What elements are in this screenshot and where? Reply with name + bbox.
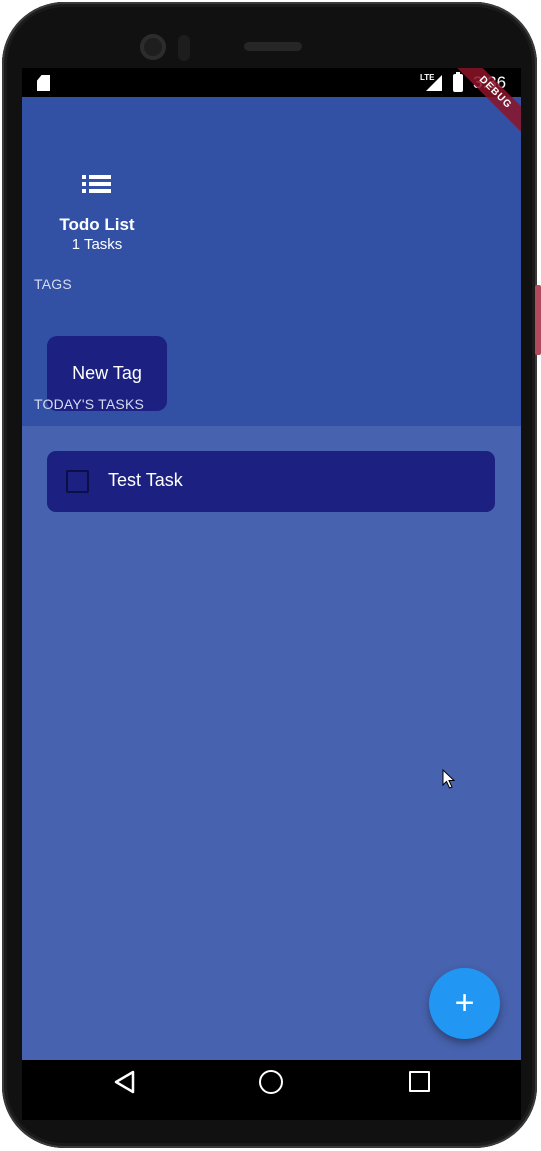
front-camera bbox=[140, 34, 166, 60]
tag-label: New Tag bbox=[72, 363, 142, 383]
tags-section-label: TAGS bbox=[34, 276, 72, 292]
sd-card-icon bbox=[37, 75, 50, 91]
proximity-sensor bbox=[178, 35, 190, 61]
task-label: Test Task bbox=[108, 470, 183, 490]
mouse-cursor-icon bbox=[442, 769, 456, 789]
status-bar: LTE 3:36 bbox=[22, 68, 521, 97]
navigation-bar bbox=[22, 1060, 521, 1120]
task-list-area bbox=[22, 426, 521, 1060]
recents-icon[interactable] bbox=[409, 1071, 430, 1092]
plus-icon: + bbox=[454, 984, 475, 1022]
list-icon[interactable] bbox=[80, 173, 114, 195]
tasks-section-label: TODAY'S TASKS bbox=[34, 396, 145, 412]
screen: LTE 3:36 Todo List 1 Tasks TAGS New Tag … bbox=[22, 68, 521, 1120]
task-count: 1 Tasks bbox=[71, 236, 123, 253]
task-item[interactable]: Test Task bbox=[47, 451, 495, 512]
network-type: LTE bbox=[420, 73, 435, 82]
app-header: Todo List 1 Tasks TAGS New Tag TODAY'S T… bbox=[22, 97, 521, 426]
power-button bbox=[535, 285, 541, 355]
home-icon[interactable] bbox=[259, 1070, 283, 1094]
earpiece-speaker bbox=[244, 42, 302, 51]
back-icon[interactable] bbox=[113, 1070, 137, 1094]
battery-icon bbox=[453, 72, 463, 92]
add-task-button[interactable]: + bbox=[429, 968, 500, 1039]
app-title: Todo List bbox=[59, 215, 135, 234]
task-checkbox[interactable] bbox=[66, 470, 89, 493]
